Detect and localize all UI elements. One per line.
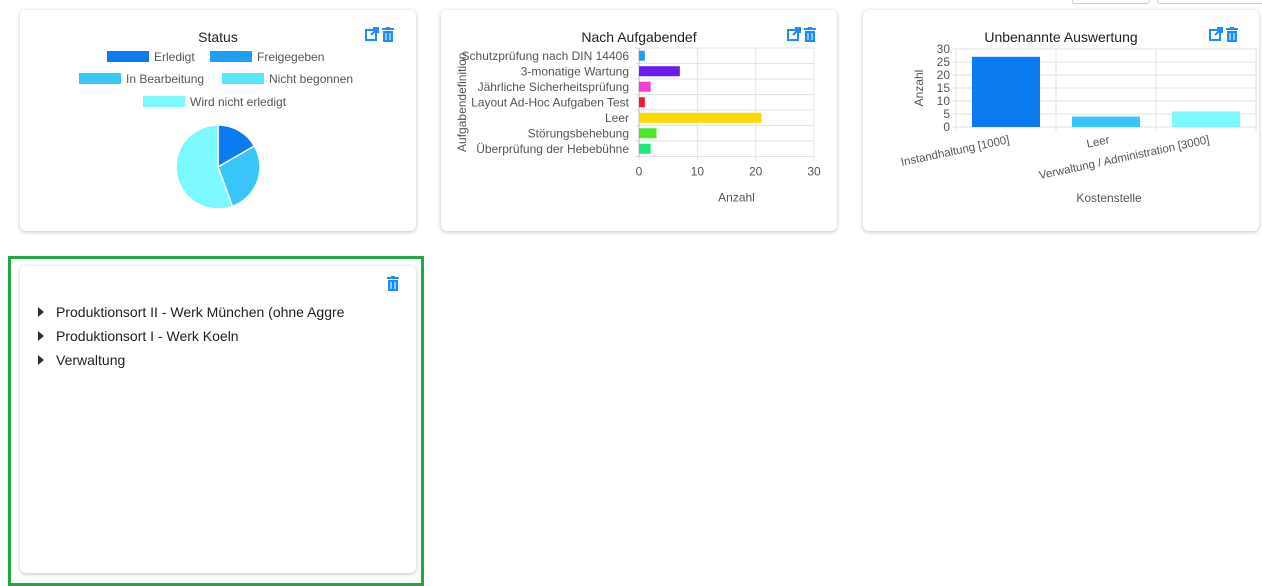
legend-swatch xyxy=(107,51,149,62)
bar xyxy=(639,81,651,92)
x-tick-label: 0 xyxy=(636,165,643,179)
x-tick-label: 20 xyxy=(749,165,763,179)
y-tick-label: Jährliche Sicherheitsprüfung xyxy=(478,80,629,94)
legend-swatch xyxy=(79,73,121,84)
y-tick-label: Überprüfung der Hebebühne xyxy=(476,142,629,156)
y-tick-label: Störungsbehebung xyxy=(528,126,629,140)
tree-list: Produktionsort II - Werk München (ohne A… xyxy=(20,300,344,372)
aufgabendef-chart: 0 10 20 30 Schutzprüfung nach DIN 144063-mon… xyxy=(455,47,821,205)
legend-label: Nicht begonnen xyxy=(269,72,353,86)
y-tick-label: 5 xyxy=(943,107,950,121)
tree-item[interactable]: Produktionsort I - Werk Koeln xyxy=(38,324,344,348)
y-tick-label: Leer xyxy=(605,111,629,125)
bar xyxy=(1172,111,1240,127)
top-control[interactable] xyxy=(1072,0,1150,4)
x-tick-label: 30 xyxy=(807,165,821,179)
y-tick-label: 30 xyxy=(937,42,951,56)
y-tick-label: 10 xyxy=(937,94,951,108)
widget-unbenannte-auswertung: Unbenannte Auswertung 0 5 10 15 20 25 30 Instan… xyxy=(863,10,1259,231)
x-tick-label: Leer xyxy=(1086,134,1111,151)
tree-item[interactable]: Produktionsort II - Werk München (ohne A… xyxy=(38,300,344,324)
y-tick-label: Layout Ad-Hoc Aufgaben Test xyxy=(471,95,630,109)
bar xyxy=(639,50,645,61)
top-control[interactable] xyxy=(1157,0,1262,4)
tree-item-label: Produktionsort I - Werk Koeln xyxy=(56,328,239,344)
bar xyxy=(639,143,651,154)
x-axis-title: Anzahl xyxy=(718,191,755,205)
bar xyxy=(639,97,645,108)
x-axis-title: Kostenstelle xyxy=(1076,191,1142,205)
widget-status: Status Erledigt Freigegeben In Bearbeitung… xyxy=(20,10,416,231)
legend-label: Erledigt xyxy=(154,50,195,64)
x-tick-label: 10 xyxy=(691,165,705,179)
bar xyxy=(639,66,680,77)
legend-label: In Bearbeitung xyxy=(126,72,204,86)
y-axis-title: Aufgabendefinition xyxy=(455,53,469,152)
legend-label: Freigegeben xyxy=(257,50,324,64)
status-chart: Erledigt Freigegeben In Bearbeitung Nicht b… xyxy=(79,50,353,210)
unbenannte-auswertung-chart: 051015202530 Instandhaltung [1000] LeerVer… xyxy=(900,42,1257,205)
legend-swatch xyxy=(222,73,264,84)
bar xyxy=(972,56,1040,127)
caret-right-icon[interactable] xyxy=(38,355,44,365)
caret-right-icon[interactable] xyxy=(38,307,44,317)
tree-item-label: Produktionsort II - Werk München (ohne A… xyxy=(56,304,345,320)
y-axis-title: Anzahl xyxy=(912,70,926,107)
y-tick-label: 3-monatige Wartung xyxy=(521,64,629,78)
y-tick-label: 25 xyxy=(937,55,951,69)
x-tick-label: Verwaltung / Administration [3000] xyxy=(1038,134,1211,182)
bar xyxy=(1072,116,1140,127)
y-tick-label: Schutzprüfung nach DIN 14406 xyxy=(462,49,630,63)
y-tick-label: 0 xyxy=(943,120,950,134)
bar xyxy=(639,112,762,123)
legend-label: Wird nicht erledigt xyxy=(190,95,287,109)
y-tick-label: 15 xyxy=(937,81,951,95)
trash-icon[interactable] xyxy=(387,276,401,292)
caret-right-icon[interactable] xyxy=(38,331,44,341)
widget-nach-aufgabendef: Nach Aufgabendef 0 10 20 30 Schutzprüfung na… xyxy=(441,10,837,231)
bar xyxy=(639,128,657,139)
tree-item-label: Verwaltung xyxy=(56,352,126,368)
y-tick-label: 20 xyxy=(937,68,951,82)
legend-swatch xyxy=(143,96,185,107)
legend-swatch xyxy=(210,51,252,62)
tree-item[interactable]: Verwaltung xyxy=(38,348,344,372)
x-tick-label: Instandhaltung [1000] xyxy=(900,134,1011,169)
